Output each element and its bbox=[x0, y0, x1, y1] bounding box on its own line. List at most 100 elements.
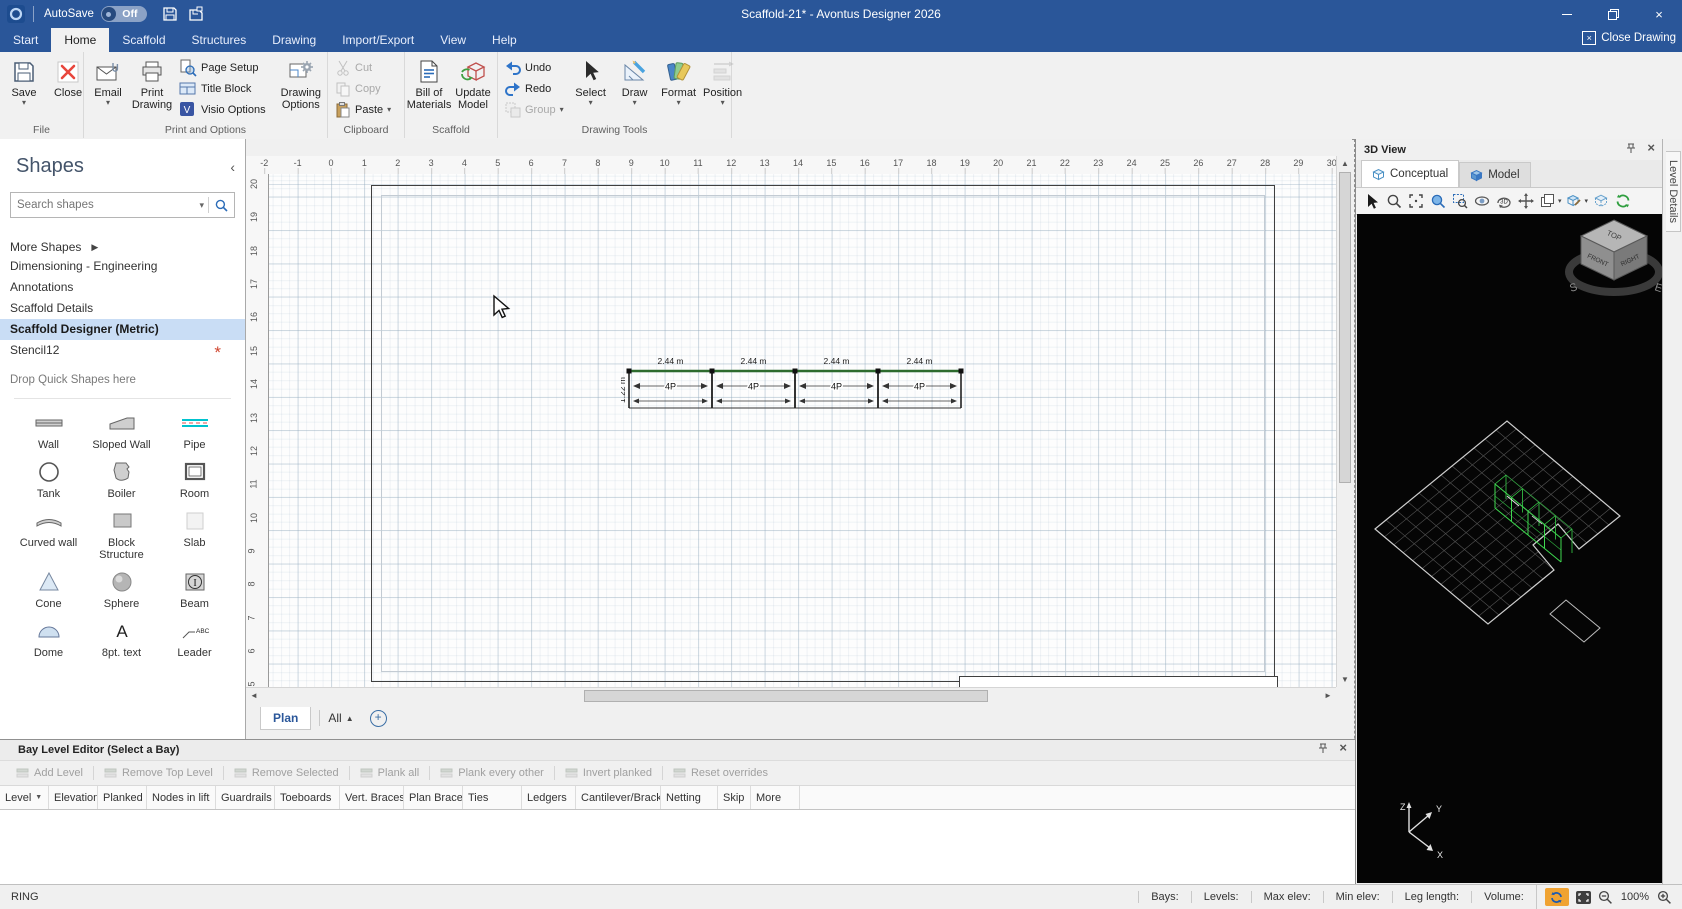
column-header-cantilever-brack[interactable]: Cantilever/Brack... bbox=[576, 786, 661, 809]
tab-structures[interactable]: Structures bbox=[179, 28, 260, 52]
visio-options-button[interactable]: V Visio Options bbox=[174, 99, 271, 120]
column-header-netting[interactable]: Netting bbox=[661, 786, 718, 809]
save-button[interactable]: Save ▾ bbox=[2, 55, 46, 108]
scroll-down-icon[interactable]: ▼ bbox=[1337, 672, 1353, 687]
shape-master-leader[interactable]: ABC Leader bbox=[158, 615, 231, 659]
view3d-fit-icon[interactable] bbox=[1406, 191, 1425, 211]
more-shapes-row[interactable]: More Shapes ▶ bbox=[10, 240, 245, 254]
partial-shape[interactable] bbox=[959, 676, 1278, 687]
format-button[interactable]: Format ▾ bbox=[657, 55, 701, 108]
bay-editor-button-plank-all[interactable]: Plank all bbox=[352, 763, 428, 783]
view3d-pan-icon[interactable] bbox=[1516, 191, 1535, 211]
view3d-refresh-icon[interactable] bbox=[1613, 191, 1632, 211]
view-cube[interactable]: S E TOP FRONT RIGHT bbox=[1565, 219, 1662, 296]
view3d-zoom-region-icon[interactable] bbox=[1450, 191, 1469, 211]
shape-master-cone[interactable]: Cone bbox=[12, 566, 85, 610]
shape-master-beam[interactable]: I Beam bbox=[158, 566, 231, 610]
column-header-planked[interactable]: Planked bbox=[98, 786, 147, 809]
level-details-tab[interactable]: Level Details bbox=[1666, 151, 1681, 232]
visual-style-caret-icon[interactable]: ▾ bbox=[1585, 197, 1589, 205]
cut-button[interactable]: Cut bbox=[330, 57, 396, 78]
quick-save-icon[interactable] bbox=[159, 3, 181, 25]
view3d-visual-style-icon[interactable] bbox=[1565, 191, 1584, 211]
column-header-ties[interactable]: Ties bbox=[463, 786, 522, 809]
restore-button[interactable] bbox=[1590, 0, 1636, 28]
stencil-stencil12[interactable]: Stencil12 * bbox=[0, 340, 245, 362]
stencil-dimensioning-engineering[interactable]: Dimensioning - Engineering bbox=[0, 256, 245, 277]
view3d-pointer-icon[interactable] bbox=[1362, 191, 1381, 211]
shape-master-block-structure[interactable]: Block Structure bbox=[85, 505, 158, 561]
view3d-zoom-window-icon[interactable] bbox=[1428, 191, 1447, 211]
level-filter-icon[interactable]: ▼ bbox=[35, 787, 42, 809]
tab-home[interactable]: Home bbox=[51, 28, 110, 52]
search-dropdown-icon[interactable]: ▾ bbox=[195, 200, 208, 211]
shape-master-curved-wall[interactable]: Curved wall bbox=[12, 505, 85, 561]
shape-master-8pt-text[interactable]: A 8pt. text bbox=[85, 615, 158, 659]
column-header-vert-braces[interactable]: Vert. Braces bbox=[340, 786, 404, 809]
tab-view[interactable]: View bbox=[427, 28, 479, 52]
bay-editor-button-remove-selected[interactable]: Remove Selected bbox=[226, 763, 347, 783]
close-panel-icon[interactable]: × bbox=[1647, 141, 1655, 154]
scaffold-3d-model[interactable] bbox=[1494, 474, 1573, 563]
bay-editor-button-add-level[interactable]: Add Level bbox=[8, 763, 91, 783]
view3d-orbit-icon[interactable] bbox=[1472, 191, 1491, 211]
tab-scaffold[interactable]: Scaffold bbox=[109, 28, 178, 52]
page-tab-plan[interactable]: Plan bbox=[260, 706, 312, 730]
save-as-icon[interactable] bbox=[185, 3, 207, 25]
drawing-options-button[interactable]: Drawing Options bbox=[277, 55, 325, 113]
vertical-scrollbar[interactable]: ▲ ▼ bbox=[1336, 156, 1353, 687]
tab-start[interactable]: Start bbox=[0, 28, 51, 52]
column-header-skip[interactable]: Skip bbox=[718, 786, 751, 809]
pin-icon[interactable] bbox=[1625, 142, 1637, 154]
column-header-nodes-in-lift[interactable]: Nodes in lift bbox=[147, 786, 216, 809]
horizontal-scrollbar[interactable]: ◄ ► bbox=[246, 687, 1336, 704]
pin-icon[interactable] bbox=[1317, 742, 1329, 754]
tab-conceptual[interactable]: Conceptual bbox=[1361, 160, 1460, 187]
column-header-elevation[interactable]: Elevation bbox=[49, 786, 98, 809]
close-drawing-button[interactable]: × Close Drawing bbox=[1582, 31, 1676, 45]
draw-button[interactable]: Draw ▾ bbox=[613, 55, 657, 108]
drawing-canvas[interactable]: 2.44 m 4P 2.44 m 4P 2.44 m 4P 2.44 m 4P 1.22 m bbox=[269, 174, 1336, 687]
close-button[interactable]: × bbox=[1636, 0, 1682, 28]
search-shapes-input[interactable] bbox=[11, 199, 196, 211]
autosave-toggle[interactable]: Off bbox=[100, 6, 147, 22]
paste-button[interactable]: Paste ▾ bbox=[330, 99, 396, 120]
column-header-ledgers[interactable]: Ledgers bbox=[522, 786, 576, 809]
bay-table-body[interactable] bbox=[0, 810, 1355, 886]
undo-button[interactable]: Undo bbox=[500, 57, 569, 78]
minimize-button[interactable] bbox=[1544, 0, 1590, 28]
scroll-left-icon[interactable]: ◄ bbox=[246, 688, 262, 704]
column-header-plan-brace[interactable]: Plan Brace bbox=[404, 786, 463, 809]
shape-master-dome[interactable]: Dome bbox=[12, 615, 85, 659]
horizontal-scroll-thumb[interactable] bbox=[584, 690, 988, 702]
view3d-zoom-icon[interactable] bbox=[1384, 191, 1403, 211]
bay-editor-button-plank-every-other[interactable]: Plank every other bbox=[432, 763, 552, 783]
column-header-toeboards[interactable]: Toeboards bbox=[275, 786, 340, 809]
view3d-rotate-3d-icon[interactable]: 3D bbox=[1494, 191, 1513, 211]
add-page-button[interactable]: + bbox=[369, 709, 387, 727]
shape-master-boiler[interactable]: Boiler bbox=[85, 456, 158, 500]
zoom-in-button[interactable] bbox=[1657, 890, 1672, 905]
copy-button[interactable]: Copy bbox=[330, 78, 396, 99]
select-button[interactable]: Select ▾ bbox=[569, 55, 613, 108]
group-button[interactable]: Group ▾ bbox=[500, 99, 569, 120]
title-block-button[interactable]: Title Block bbox=[174, 78, 271, 99]
zoom-out-button[interactable] bbox=[1598, 890, 1613, 905]
bay-editor-button-remove-top-level[interactable]: Remove Top Level bbox=[96, 763, 221, 783]
print-drawing-button[interactable]: Print Drawing bbox=[130, 55, 174, 113]
bay-editor-button-invert-planked[interactable]: Invert planked bbox=[557, 763, 660, 783]
stencil-annotations[interactable]: Annotations bbox=[0, 277, 245, 298]
email-button[interactable]: Email ▾ bbox=[86, 55, 130, 108]
bay-editor-button-reset-overrides[interactable]: Reset overrides bbox=[665, 763, 776, 783]
scaffold-run-shape[interactable]: 2.44 m 4P 2.44 m 4P 2.44 m 4P 2.44 m 4P 1.22 m bbox=[621, 350, 971, 416]
bill-of-materials-button[interactable]: Bill of Materials bbox=[407, 55, 451, 113]
page-setup-button[interactable]: Page Setup bbox=[174, 57, 271, 78]
shape-master-wall[interactable]: Wall bbox=[12, 407, 85, 451]
viewport-3d[interactable]: S E TOP FRONT RIGHT Z Y X bbox=[1357, 214, 1662, 883]
shape-master-slab[interactable]: Slab bbox=[158, 505, 231, 561]
shape-master-pipe[interactable]: Pipe bbox=[158, 407, 231, 451]
stencil-scaffold-details[interactable]: Scaffold Details bbox=[0, 298, 245, 319]
column-header-guardrails[interactable]: Guardrails bbox=[216, 786, 275, 809]
shape-master-sloped-wall[interactable]: Sloped Wall bbox=[85, 407, 158, 451]
collapse-panel-icon[interactable]: ‹ bbox=[230, 159, 235, 175]
